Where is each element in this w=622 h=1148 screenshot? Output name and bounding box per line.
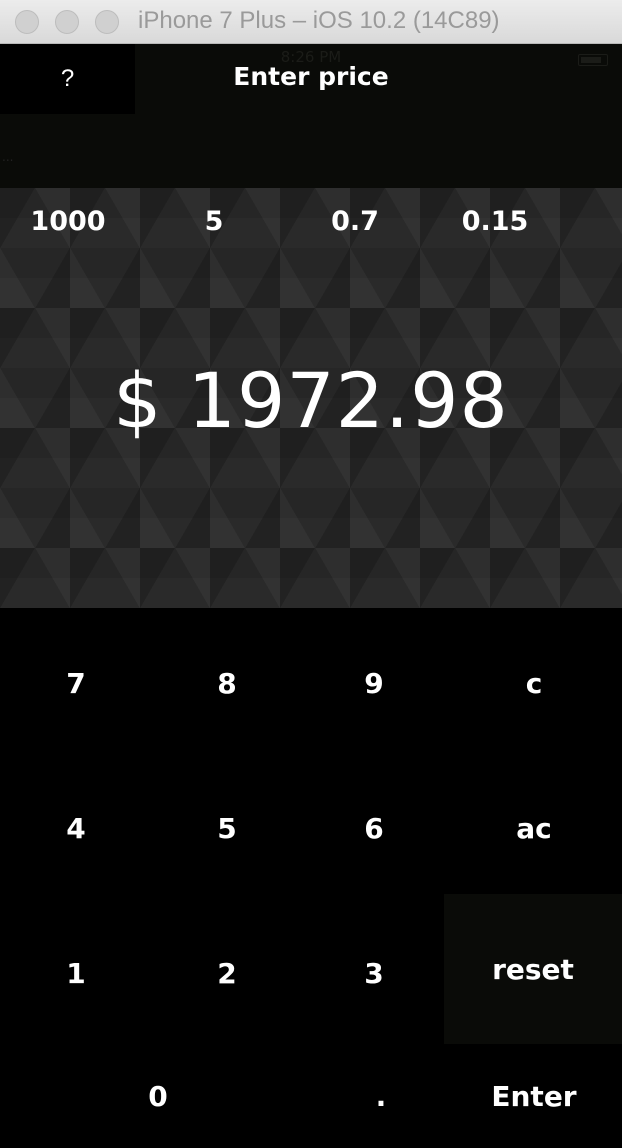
key-9[interactable]: 9 xyxy=(302,608,446,758)
key-7[interactable]: 7 xyxy=(0,608,152,758)
clear-button[interactable]: c xyxy=(446,608,622,758)
close-window-icon[interactable] xyxy=(15,10,39,34)
price-amount: $ 1972.98 xyxy=(113,356,509,445)
key-4[interactable]: 4 xyxy=(0,758,152,898)
help-button[interactable]: ? xyxy=(0,44,135,114)
key-2[interactable]: 2 xyxy=(152,898,302,1048)
preset-button-1000[interactable]: 1000 xyxy=(8,206,128,237)
key-5[interactable]: 5 xyxy=(152,758,302,898)
header-bar: 8:26 PM ? Enter price ... xyxy=(0,44,622,188)
preset-button-5[interactable]: 5 xyxy=(154,206,274,237)
decimal-point-key[interactable]: . xyxy=(316,1044,446,1148)
window-title: iPhone 7 Plus – iOS 10.2 (14C89) xyxy=(138,7,500,34)
zoom-window-icon[interactable] xyxy=(95,10,119,34)
minimize-window-icon[interactable] xyxy=(55,10,79,34)
more-dots: ... xyxy=(2,150,14,164)
preset-button-0-15[interactable]: 0.15 xyxy=(435,206,555,237)
key-1[interactable]: 1 xyxy=(0,898,152,1048)
all-clear-button[interactable]: ac xyxy=(446,758,622,898)
preset-button-0-7[interactable]: 0.7 xyxy=(295,206,415,237)
enter-button[interactable]: Enter xyxy=(446,1044,622,1148)
price-display: 1000 5 0.7 0.15 $ 1972.98 xyxy=(0,188,622,608)
battery-icon xyxy=(578,54,608,66)
key-8[interactable]: 8 xyxy=(152,608,302,758)
key-0[interactable]: 0 xyxy=(0,1044,316,1148)
reset-button[interactable]: reset xyxy=(444,894,622,1044)
key-3[interactable]: 3 xyxy=(302,898,446,1048)
phone-screen: 8:26 PM ? Enter price ... 1000 5 0.7 0.1… xyxy=(0,44,622,1148)
simulator-title-bar: iPhone 7 Plus – iOS 10.2 (14C89) xyxy=(0,0,622,44)
keypad: 7 8 9 c 4 5 6 ac 1 2 3 reset 0 . Enter xyxy=(0,608,622,1148)
key-6[interactable]: 6 xyxy=(302,758,446,898)
